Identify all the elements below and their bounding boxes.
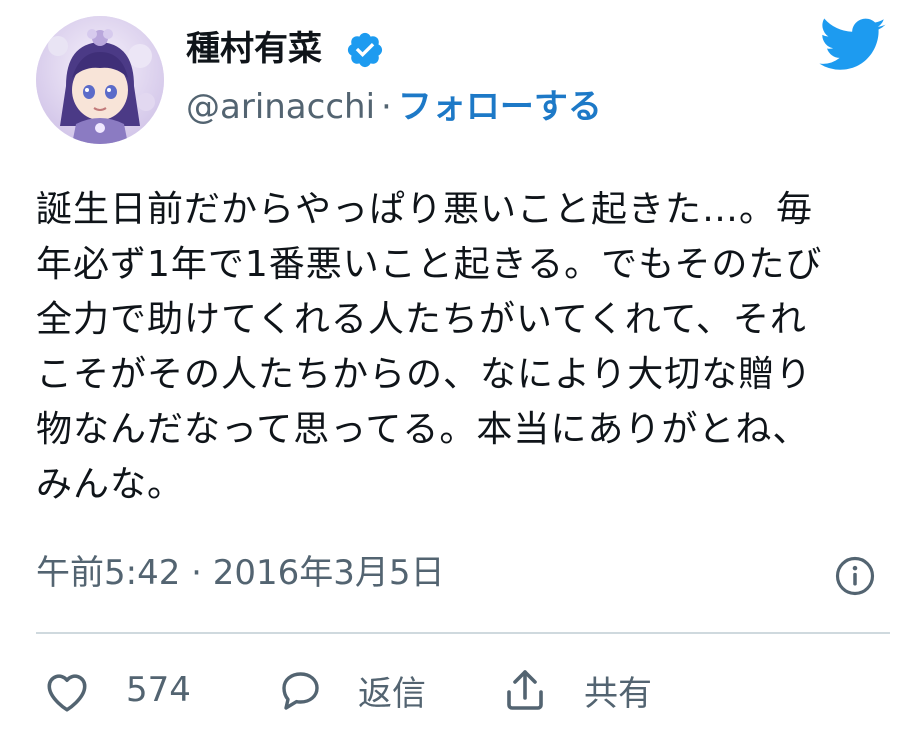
divider: [36, 632, 890, 634]
tweet-timestamp[interactable]: 午前5:42 · 2016年3月5日: [36, 550, 445, 596]
like-button[interactable]: 574: [42, 664, 191, 716]
avatar-illustration: [36, 16, 164, 144]
heart-icon: [47, 674, 87, 712]
handle-row: @arinacchi · フォローする: [186, 84, 602, 130]
info-icon[interactable]: [834, 555, 876, 597]
share-label: 共有: [584, 673, 652, 714]
handle-separator: ·: [381, 87, 392, 127]
tweet-text: 誕生日前だからやっぱり悪いこと起きた…。毎 年必ず1年で1番悪いこと起きる。でも…: [36, 189, 823, 505]
reply-button[interactable]: 返信: [276, 664, 426, 716]
author-handle[interactable]: @arinacchi: [186, 87, 375, 127]
share-upload-icon: [507, 670, 543, 710]
author-name[interactable]: 種村有菜: [186, 26, 322, 72]
reply-label: 返信: [358, 673, 426, 714]
twitter-bird-icon[interactable]: [818, 18, 888, 74]
speech-bubble-icon: [282, 672, 319, 710]
verified-badge-icon: [347, 32, 383, 68]
avatar[interactable]: [36, 16, 164, 144]
follow-button[interactable]: フォローする: [398, 87, 602, 127]
share-button[interactable]: 共有: [500, 664, 652, 716]
like-count: 574: [126, 670, 191, 710]
